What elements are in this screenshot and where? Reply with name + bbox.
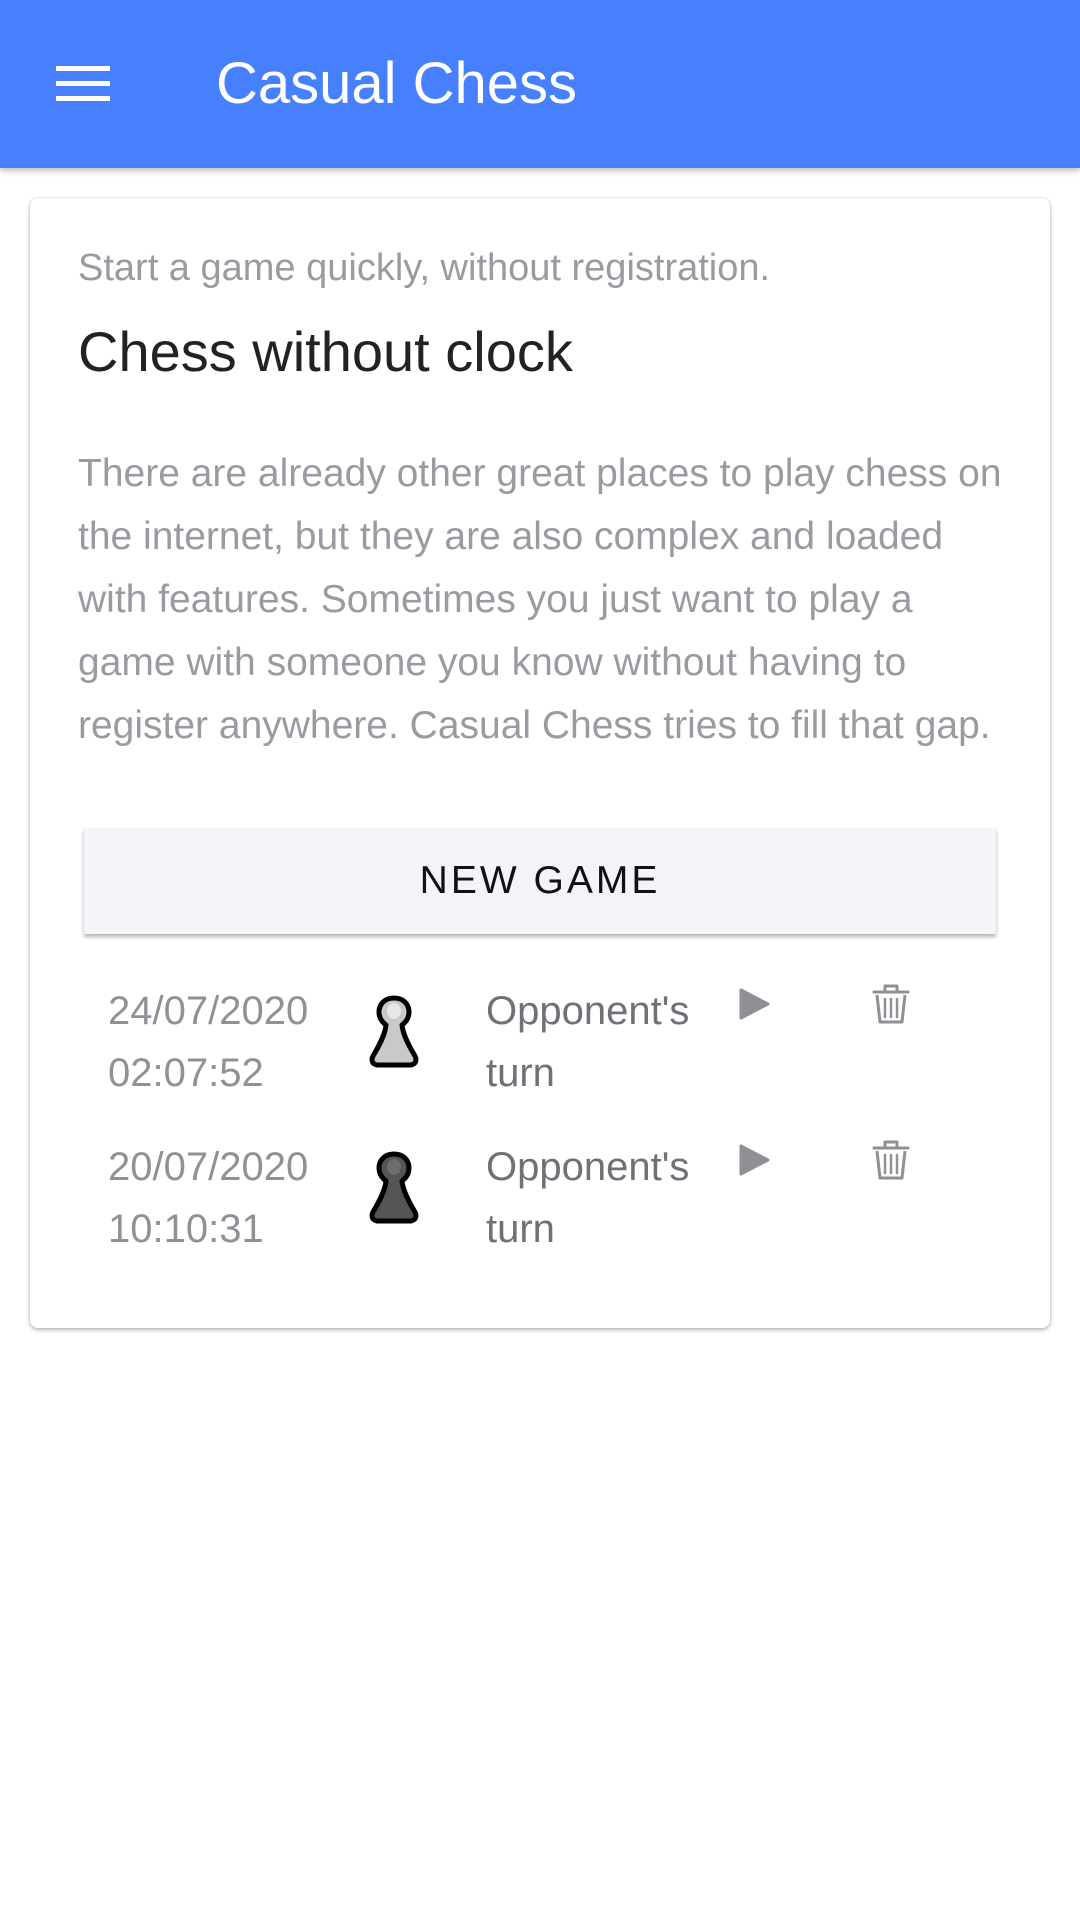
app-bar: Casual Chess (0, 0, 1080, 168)
game-timestamp: 20/07/2020 10:10:31 (108, 1136, 348, 1260)
game-status-line2: turn (486, 1207, 555, 1251)
game-date: 20/07/2020 (108, 1145, 309, 1189)
game-status-line1: Opponent's (486, 989, 690, 1033)
game-time: 02:07:52 (108, 1051, 264, 1095)
black-pawn-icon (369, 1151, 419, 1224)
game-status-line2: turn (486, 1051, 555, 1095)
game-time: 10:10:31 (108, 1207, 264, 1251)
white-pawn-icon (369, 995, 419, 1068)
play-icon[interactable] (730, 1138, 780, 1188)
intro-card: Start a game quickly, without registrati… (30, 198, 1050, 1328)
hamburger-menu-icon[interactable] (44, 52, 124, 116)
card-description: There are already other great places to … (78, 452, 1002, 747)
game-list-item: 20/07/2020 10:10:31 Opponent's turn (30, 1136, 1050, 1286)
trash-icon[interactable] (866, 980, 916, 1036)
app-title: Casual Chess (216, 51, 578, 116)
game-status: Opponent's turn (486, 1136, 726, 1260)
game-date: 24/07/2020 (108, 989, 309, 1033)
card-title: Chess without clock (78, 320, 573, 383)
new-game-button[interactable]: NEW GAME (84, 828, 996, 934)
game-list-item: 24/07/2020 02:07:52 Opponent's turn (30, 980, 1050, 1130)
game-timestamp: 24/07/2020 02:07:52 (108, 980, 348, 1104)
game-status: Opponent's turn (486, 980, 726, 1104)
card-overline: Start a game quickly, without registrati… (78, 247, 771, 289)
play-icon[interactable] (730, 982, 780, 1032)
trash-icon[interactable] (866, 1136, 916, 1192)
game-status-line1: Opponent's (486, 1145, 690, 1189)
